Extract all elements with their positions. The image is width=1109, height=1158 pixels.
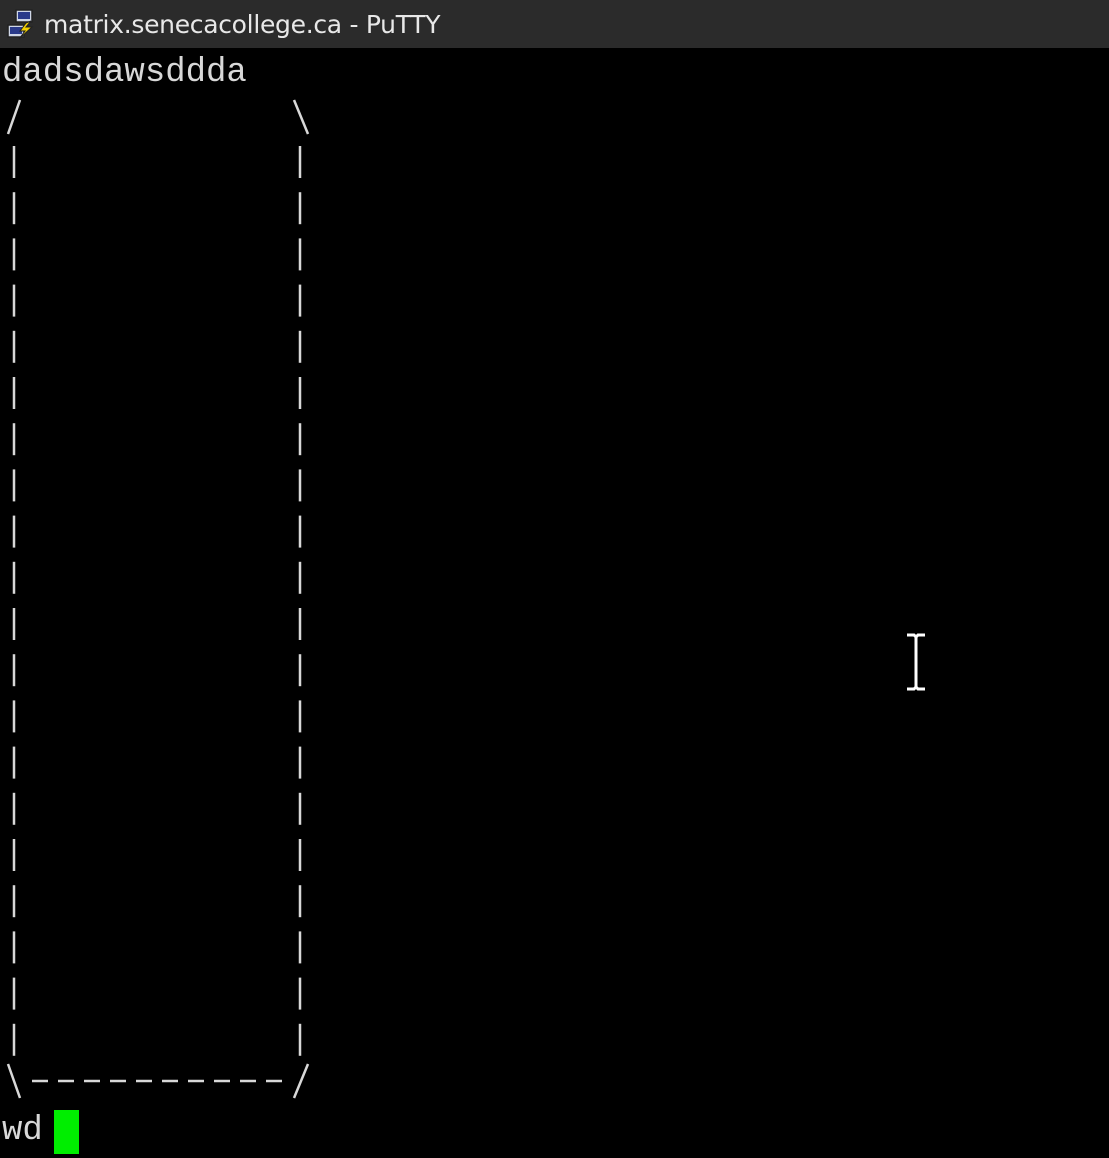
ibeam-cursor-icon — [907, 632, 925, 692]
window-title: matrix.senecacollege.ca - PuTTY — [44, 9, 441, 39]
ascii-box-drawing — [6, 99, 310, 1099]
putty-window: matrix.senecacollege.ca - PuTTY dadsdaws… — [0, 0, 1109, 1158]
prompt-input-line[interactable]: wd — [2, 1108, 43, 1154]
putty-icon — [7, 9, 34, 40]
text-cursor — [54, 1110, 79, 1154]
title-bar[interactable]: matrix.senecacollege.ca - PuTTY — [0, 0, 1109, 48]
terminal-area[interactable]: dadsdawsddda wd — [0, 48, 1109, 1158]
